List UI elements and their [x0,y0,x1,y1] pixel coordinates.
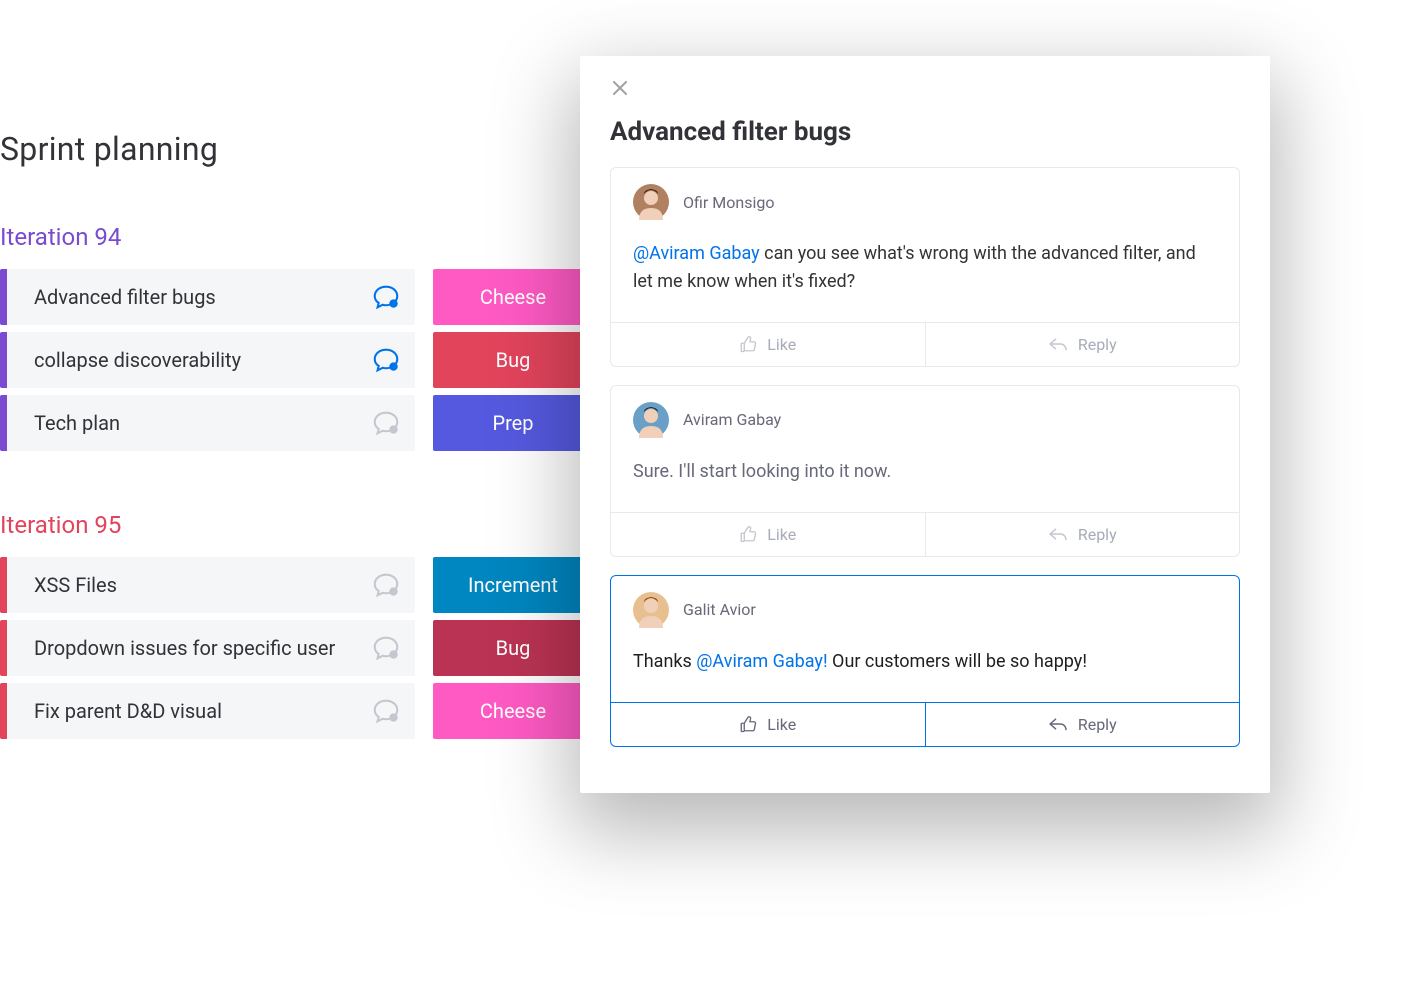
task-row[interactable]: Dropdown issues for specific user Bug [0,620,600,676]
comment: Ofir Monsigo @Aviram Gabay can you see wh… [610,167,1240,367]
status-tag[interactable]: Cheese [433,683,593,739]
status-tag[interactable]: Bug [433,332,593,388]
comment-actions: Like Reply [611,322,1239,366]
like-button[interactable]: Like [611,323,925,366]
task-row[interactable]: Advanced filter bugs Cheese [0,269,600,325]
reply-button[interactable]: Reply [925,513,1240,556]
avatar[interactable] [633,184,669,220]
reply-button[interactable]: Reply [925,323,1240,366]
like-button[interactable]: Like [611,703,925,746]
status-tag[interactable]: Bug [433,620,593,676]
chat-icon[interactable] [369,280,403,314]
reply-label: Reply [1078,335,1117,354]
comment-text: Sure. I'll start looking into it now. [633,461,891,482]
task-cell[interactable]: Tech plan [0,395,415,451]
comment-author[interactable]: Aviram Gabay [683,410,781,429]
task-cell[interactable]: Advanced filter bugs [0,269,415,325]
chat-icon[interactable] [369,343,403,377]
like-button[interactable]: Like [611,513,925,556]
task-label: collapse discoverability [0,348,369,372]
task-label: Fix parent D&D visual [0,699,369,723]
status-tag[interactable]: Increment [433,557,593,613]
status-tag[interactable]: Cheese [433,269,593,325]
task-cell[interactable]: Dropdown issues for specific user [0,620,415,676]
task-row[interactable]: Fix parent D&D visual Cheese [0,683,600,739]
comment-header: Ofir Monsigo [611,168,1239,226]
task-cell[interactable]: collapse discoverability [0,332,415,388]
comment-body: Thanks @Aviram Gabay! Our customers will… [611,634,1239,702]
like-label: Like [767,715,796,734]
chat-icon[interactable] [369,568,403,602]
comment-actions: Like Reply [611,512,1239,556]
task-cell[interactable]: Fix parent D&D visual [0,683,415,739]
task-cell[interactable]: XSS Files [0,557,415,613]
comment-text: Our customers will be so happy! [828,651,1087,672]
board-title: Sprint planning [0,130,600,168]
close-icon[interactable] [610,78,630,98]
group-iteration-94: Iteration 94 Advanced filter bugs Cheese c… [0,223,600,451]
chat-icon[interactable] [369,406,403,440]
comment-header: Galit Avior [611,576,1239,634]
group-iteration-95: Iteration 95 XSS Files Increment Dropdown … [0,511,600,739]
task-label: Dropdown issues for specific user [0,636,369,660]
like-label: Like [767,525,796,544]
avatar[interactable] [633,402,669,438]
comment: Aviram Gabay Sure. I'll start looking int… [610,385,1240,557]
comment-text: Thanks [633,651,696,672]
like-label: Like [767,335,796,354]
comment: Galit Avior Thanks @Aviram Gabay! Our cus… [610,575,1240,747]
item-panel: Advanced filter bugs Ofir Monsigo @Aviram… [580,56,1270,793]
avatar[interactable] [633,592,669,628]
reply-label: Reply [1078,525,1117,544]
chat-icon[interactable] [369,694,403,728]
reply-label: Reply [1078,715,1117,734]
group-title[interactable]: Iteration 94 [0,223,600,251]
chat-icon[interactable] [369,631,403,665]
comment-body: Sure. I'll start looking into it now. [611,444,1239,512]
task-label: Advanced filter bugs [0,285,369,309]
task-label: Tech plan [0,411,369,435]
group-title[interactable]: Iteration 95 [0,511,600,539]
mention[interactable]: @Aviram Gabay [633,243,760,264]
comment-body: @Aviram Gabay can you see what's wrong w… [611,226,1239,322]
panel-title: Advanced filter bugs [610,117,1240,147]
task-label: XSS Files [0,573,369,597]
comment-actions: Like Reply [611,702,1239,746]
reply-button[interactable]: Reply [925,703,1240,746]
comment-author[interactable]: Ofir Monsigo [683,193,774,212]
task-row[interactable]: XSS Files Increment [0,557,600,613]
task-row[interactable]: Tech plan Prep [0,395,600,451]
task-row[interactable]: collapse discoverability Bug [0,332,600,388]
status-tag[interactable]: Prep [433,395,593,451]
comment-author[interactable]: Galit Avior [683,600,756,619]
mention[interactable]: @Aviram Gabay! [696,651,827,672]
comment-header: Aviram Gabay [611,386,1239,444]
sprint-board: Sprint planning Iteration 94 Advanced fil… [0,130,600,799]
